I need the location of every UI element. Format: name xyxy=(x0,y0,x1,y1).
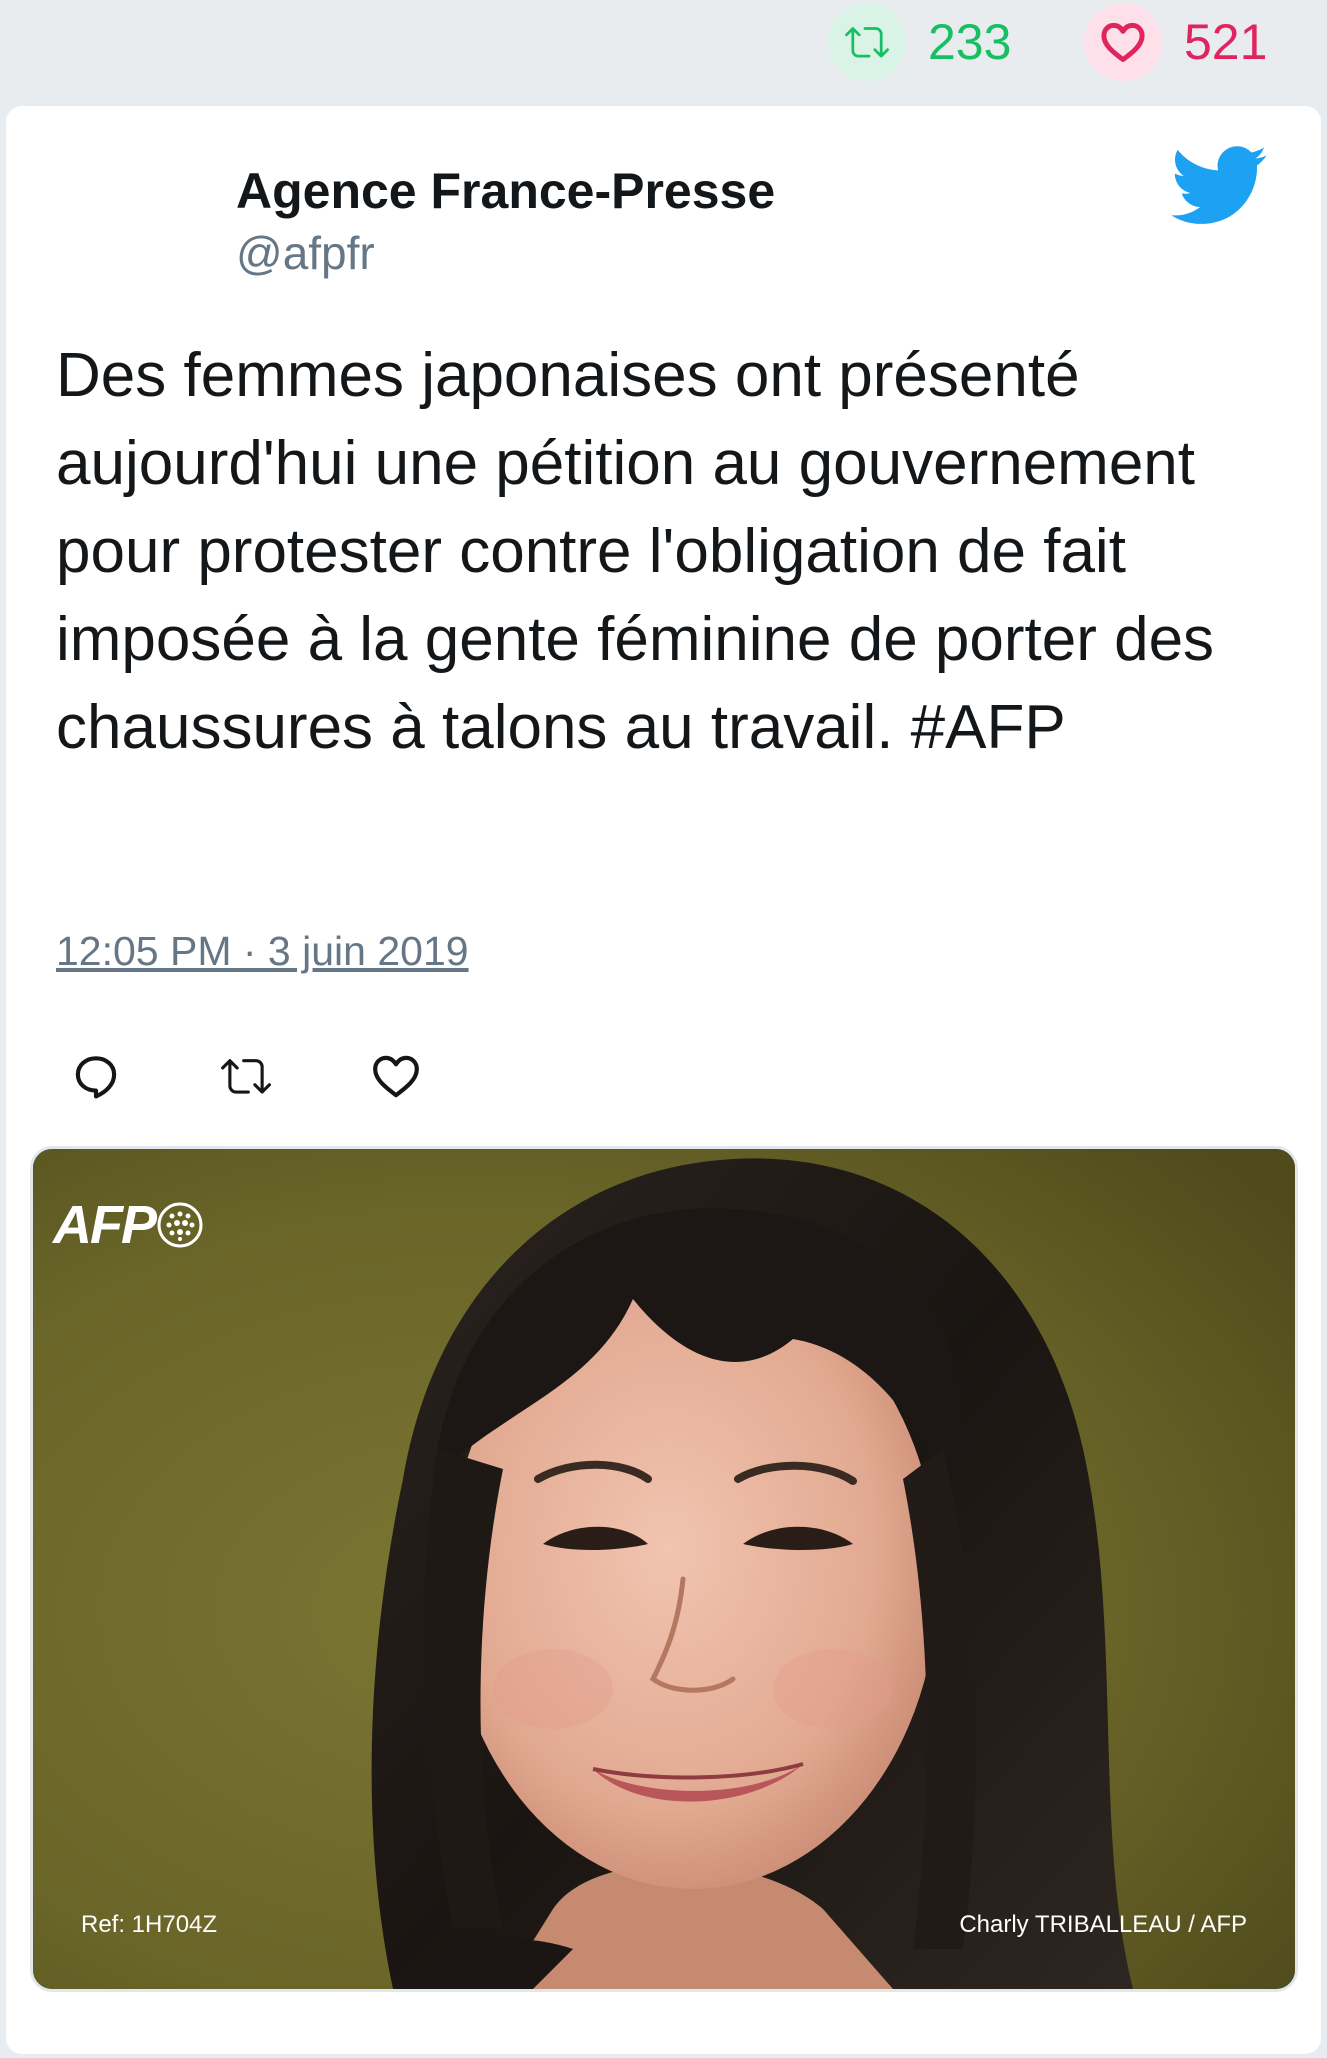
tweet-actions xyxy=(56,1036,656,1116)
photo-credit: Charly TRIBALLEAU / AFP xyxy=(959,1911,1247,1938)
reply-button[interactable] xyxy=(56,1036,136,1116)
retweet-button[interactable] xyxy=(206,1036,286,1116)
like-count-stat[interactable]: 521 xyxy=(1084,3,1267,81)
tweet-photo[interactable]: AFP Ref: 1H704Z Charly TRIBALLEAU / AFP xyxy=(30,1146,1298,1992)
photo-reference: Ref: 1H704Z xyxy=(81,1911,218,1938)
afp-logo: AFP xyxy=(53,1193,203,1257)
tweet-timestamp[interactable]: 12:05 PM · 3 juin 2019 xyxy=(56,928,469,975)
heart-icon xyxy=(373,1055,419,1098)
afp-globe-icon xyxy=(157,1202,203,1248)
retweet-icon[interactable] xyxy=(828,3,906,81)
portrait-photo xyxy=(33,1149,1295,1989)
author-handle[interactable]: @afpfr xyxy=(236,226,375,280)
retweet-count-stat[interactable]: 233 xyxy=(828,3,1011,81)
author-name[interactable]: Agence France-Presse xyxy=(236,162,775,220)
heart-icon[interactable] xyxy=(1084,3,1162,81)
like-count: 521 xyxy=(1184,14,1268,70)
tweet-text: Des femmes japonaises ont présenté aujou… xyxy=(56,341,1215,762)
retweet-icon xyxy=(221,1059,271,1094)
like-button[interactable] xyxy=(356,1036,436,1116)
afp-logo-text: AFP xyxy=(53,1195,157,1255)
tweet-card: Agence France-Presse @afpfr Des femmes j… xyxy=(6,106,1321,2054)
engagement-stats: 233 521 xyxy=(0,0,1327,100)
twitter-bird-icon[interactable] xyxy=(1171,146,1268,226)
retweet-count: 233 xyxy=(928,14,1012,70)
reply-icon xyxy=(75,1056,117,1099)
